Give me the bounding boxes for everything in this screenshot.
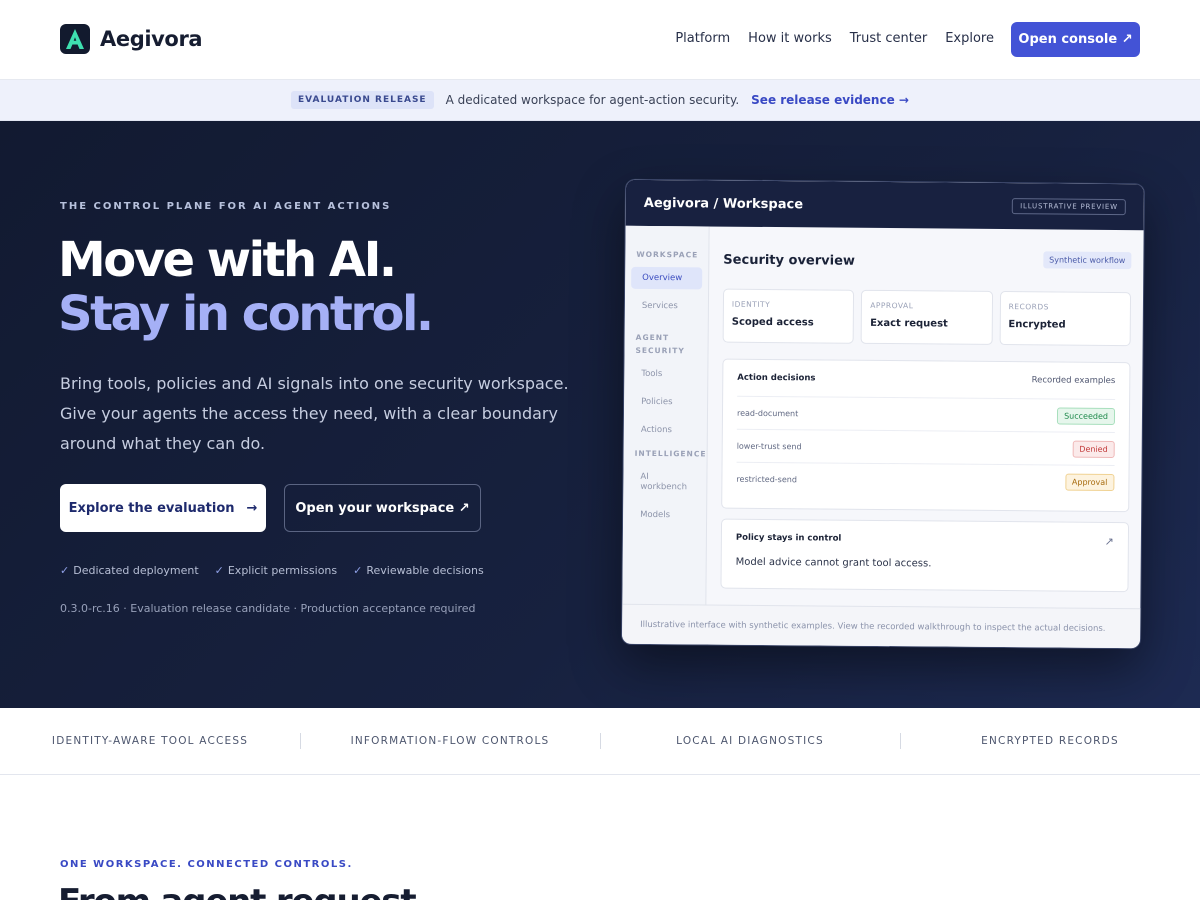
hero-section: THE CONTROL PLANE FOR AI AGENT ACTIONS M… bbox=[0, 121, 1200, 708]
sidebar-item-ai-workbench[interactable]: AI workbench bbox=[629, 466, 700, 499]
check-label: Explicit permissions bbox=[227, 564, 338, 577]
card-label: RECORDS bbox=[1008, 302, 1049, 312]
status-badge: Denied bbox=[1072, 440, 1115, 458]
preview-main: Security overview Synthetic workflow IDE… bbox=[720, 227, 1132, 609]
decisions-header: Action decisions Recorded examples bbox=[737, 359, 1116, 401]
policy-card[interactable]: Policy stays in control Model advice can… bbox=[720, 518, 1130, 593]
decision-row[interactable]: lower-trust send Denied bbox=[736, 429, 1115, 467]
announcement-text: A dedicated workspace for agent-action s… bbox=[445, 93, 740, 107]
card-records: RECORDS Encrypted bbox=[999, 291, 1132, 347]
check-label: Reviewable decisions bbox=[366, 564, 484, 577]
nav-trust-center[interactable]: Trust center bbox=[850, 31, 927, 46]
feature-strip: IDENTITY-AWARE TOOL ACCESS INFORMATION-F… bbox=[0, 708, 1200, 775]
sidebar-item-policies[interactable]: Policies bbox=[630, 391, 701, 414]
summary-cards: IDENTITY Scoped access APPROVAL Exact re… bbox=[722, 288, 1132, 347]
preview-heading: Security overview bbox=[723, 252, 856, 269]
preview-title: Aegivora / Workspace bbox=[643, 195, 804, 212]
feature-item: IDENTITY-AWARE TOOL ACCESS bbox=[51, 735, 249, 747]
sidebar-item-tools[interactable]: Tools bbox=[630, 363, 701, 386]
section-eyebrow: ONE WORKSPACE. CONNECTED CONTROLS. bbox=[60, 859, 353, 870]
nav-explore[interactable]: Explore bbox=[945, 31, 994, 46]
decision-name: restricted-send bbox=[736, 474, 797, 485]
open-console-button[interactable]: Open console ↗ bbox=[1011, 22, 1140, 57]
check-item: ✓ Dedicated deployment bbox=[60, 564, 199, 577]
decision-name: read-document bbox=[736, 408, 799, 418]
hero-lead: Bring tools, policies and AI signals int… bbox=[60, 374, 569, 453]
sidebar-section-workspace: WORKSPACE bbox=[636, 249, 699, 260]
card-value: Scoped access bbox=[731, 316, 814, 329]
check-label: Dedicated deployment bbox=[73, 564, 199, 577]
sidebar-item-overview[interactable]: Overview bbox=[631, 266, 703, 290]
status-badge: Approval bbox=[1064, 473, 1115, 492]
hero-eyebrow: THE CONTROL PLANE FOR AI AGENT ACTIONS bbox=[60, 201, 392, 212]
nav-how-it-works[interactable]: How it works bbox=[748, 31, 832, 46]
decisions-title: Action decisions bbox=[737, 372, 816, 384]
announcement-bar: EVALUATION RELEASE A dedicated workspace… bbox=[0, 80, 1200, 121]
preview-body: WORKSPACE Overview Services AGENT SECURI… bbox=[622, 225, 1145, 609]
sidebar-item-actions[interactable]: Actions bbox=[630, 419, 701, 442]
card-label: APPROVAL bbox=[870, 300, 914, 311]
card-value: Exact request bbox=[870, 317, 948, 330]
logo-mark-icon bbox=[60, 24, 90, 54]
card-identity: IDENTITY Scoped access bbox=[722, 288, 855, 344]
card-approval: APPROVAL Exact request bbox=[860, 289, 993, 345]
hero-checks: ✓ Dedicated deployment ✓ Explicit permissi… bbox=[60, 564, 484, 577]
headline-line-2: Stay in control. bbox=[58, 286, 434, 342]
status-badge: Succeeded bbox=[1057, 407, 1116, 425]
open-workspace-button[interactable]: Open your workspace ↗ bbox=[284, 484, 481, 532]
hero-headline: Move with AI. Stay in control. bbox=[58, 232, 434, 342]
release-badge: EVALUATION RELEASE bbox=[291, 91, 434, 109]
action-decisions-panel: Action decisions Recorded examples read-… bbox=[721, 358, 1131, 513]
decision-row[interactable]: read-document Succeeded bbox=[736, 396, 1116, 434]
site-header: Aegivora Platform How it works Trust cen… bbox=[0, 0, 1200, 80]
brand-name: Aegivora bbox=[100, 27, 203, 51]
brand-logo[interactable]: Aegivora bbox=[60, 24, 203, 54]
main-nav: Platform How it works Trust center Explo… bbox=[675, 31, 994, 46]
nav-platform[interactable]: Platform bbox=[675, 31, 730, 46]
preview-footer: Illustrative interface with synthetic ex… bbox=[621, 603, 1143, 650]
synthetic-badge: Synthetic workflow bbox=[1043, 251, 1132, 270]
sidebar-section-agent-security: AGENT SECURITY bbox=[635, 332, 685, 356]
headline-line-1: Move with AI. bbox=[58, 232, 397, 288]
decision-row[interactable]: restricted-send Approval bbox=[736, 463, 1115, 499]
feature-item: LOCAL AI DIAGNOSTICS bbox=[676, 735, 824, 747]
sidebar-item-services[interactable]: Services bbox=[631, 295, 702, 318]
section-title: From agent request bbox=[58, 882, 417, 900]
check-icon: ✓ bbox=[353, 564, 363, 577]
decision-name: lower-trust send bbox=[736, 441, 802, 451]
policy-text: Model advice cannot grant tool access. bbox=[735, 556, 932, 570]
preview-badge: ILLUSTRATIVE PREVIEW bbox=[1012, 198, 1126, 216]
external-link-icon[interactable]: ↗ bbox=[1105, 535, 1114, 548]
explore-evaluation-button[interactable]: Explore the evaluation → bbox=[60, 484, 266, 532]
check-icon: ✓ bbox=[214, 564, 224, 577]
arrow-right-icon: → bbox=[246, 500, 258, 516]
explore-evaluation-label: Explore the evaluation bbox=[68, 500, 235, 516]
card-label: IDENTITY bbox=[731, 299, 771, 310]
card-value: Encrypted bbox=[1008, 319, 1066, 331]
sidebar-item-models[interactable]: Models bbox=[629, 504, 700, 527]
preview-sidebar: WORKSPACE Overview Services AGENT SECURI… bbox=[622, 225, 710, 605]
workspace-preview: Aegivora / Workspace ILLUSTRATIVE PREVIE… bbox=[620, 178, 1146, 650]
feature-item: INFORMATION-FLOW CONTROLS bbox=[350, 735, 550, 747]
policy-title: Policy stays in control bbox=[735, 532, 842, 544]
sidebar-section-intelligence: INTELLIGENCE bbox=[634, 448, 707, 459]
feature-item: ENCRYPTED RECORDS bbox=[981, 735, 1119, 747]
version-info: 0.3.0-rc.16 · Evaluation release candida… bbox=[60, 602, 476, 615]
preview-titlebar: Aegivora / Workspace ILLUSTRATIVE PREVIE… bbox=[625, 179, 1145, 231]
check-icon: ✓ bbox=[60, 564, 70, 577]
check-item: ✓ Explicit permissions bbox=[215, 564, 338, 577]
check-item: ✓ Reviewable decisions bbox=[353, 564, 484, 577]
decisions-subtitle: Recorded examples bbox=[1031, 375, 1116, 387]
release-evidence-link[interactable]: See release evidence → bbox=[751, 93, 909, 107]
